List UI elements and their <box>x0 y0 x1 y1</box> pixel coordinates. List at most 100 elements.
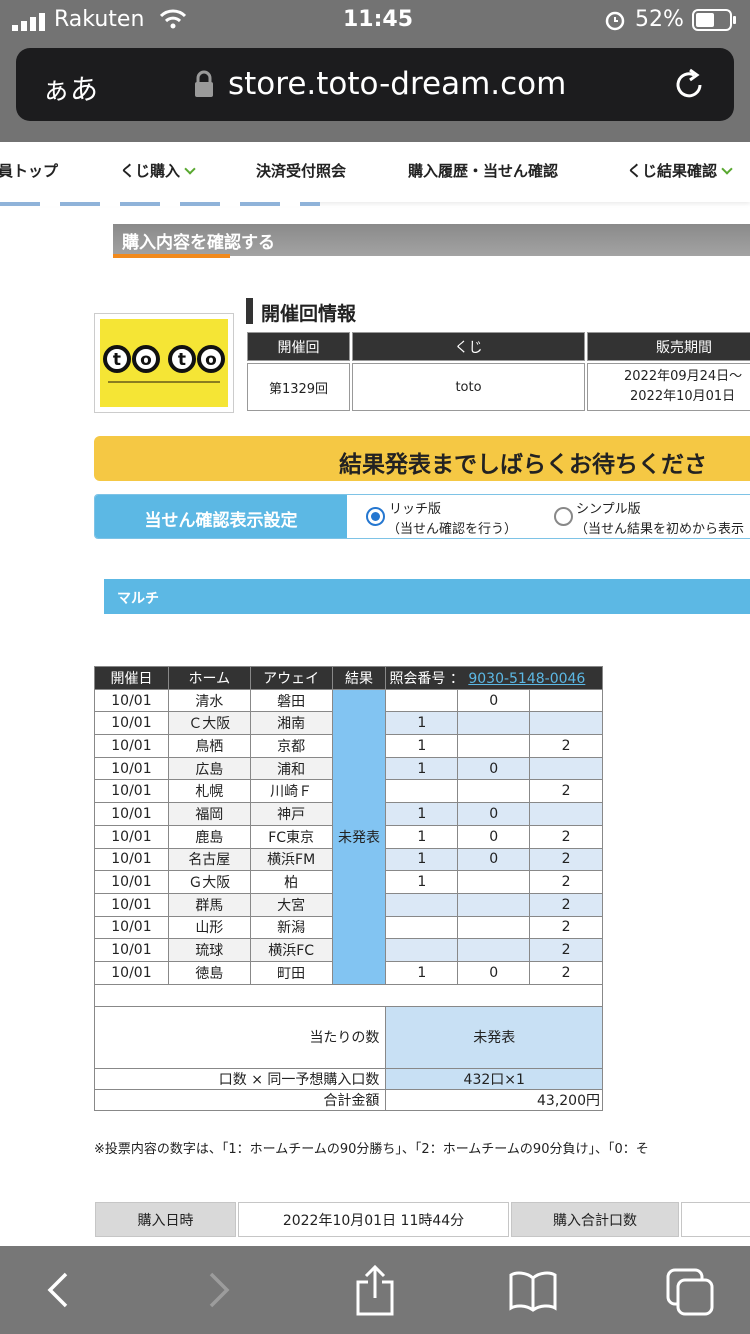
away-team: 横浜FM <box>249 847 333 872</box>
period-value: 2022年09月24日〜 2022年10月01日 <box>587 363 750 411</box>
home-team: 徳島 <box>167 960 251 985</box>
chevron-down-icon <box>721 163 733 175</box>
rich-sub: （当せん確認を行う） <box>387 522 518 537</box>
pick-1: 1 <box>385 870 459 894</box>
nav-purchase-history[interactable]: 購入履歴・当せん確認 <box>408 160 558 181</box>
nav-payment-inquiry[interactable]: 決済受付照会 <box>256 160 346 181</box>
wifi-icon <box>159 9 187 35</box>
simple-label[interactable]: シンプル版 <box>576 498 641 517</box>
nav-label: くじ結果確認 <box>627 162 718 180</box>
home-team: 清水 <box>167 688 251 713</box>
banner-text: 結果発表までしばらくお待ちくださ <box>339 452 707 478</box>
home-team: 山形 <box>167 915 251 940</box>
breadcrumb <box>0 202 320 206</box>
purchase-date-label: 購入日時 <box>95 1202 236 1237</box>
pick-2: 2 <box>529 870 603 894</box>
back-icon[interactable] <box>42 1270 72 1314</box>
pick-0 <box>457 779 531 804</box>
pick-2 <box>529 688 603 713</box>
rich-radio[interactable] <box>366 507 385 526</box>
home-team: Ｇ大阪 <box>167 870 251 894</box>
pick-2: 2 <box>529 779 603 804</box>
home-team: 琉球 <box>167 938 251 962</box>
clock: 11:45 <box>343 7 414 32</box>
match-date: 10/01 <box>94 870 169 894</box>
match-date: 10/01 <box>94 734 169 758</box>
status-bar: Rakuten 11:45 52% <box>0 0 750 42</box>
purchase-count-value <box>681 1202 750 1237</box>
pick-0 <box>457 734 531 758</box>
pick-1 <box>385 938 459 962</box>
svg-text:o: o <box>205 350 217 370</box>
th-round: 開催回 <box>247 332 350 361</box>
display-setting: 当せん確認表示設定 リッチ版 （当せん確認を行う） シンプル版 （当せん結果を初… <box>94 494 750 539</box>
pick-0: 0 <box>457 847 531 872</box>
rich-label[interactable]: リッチ版 <box>389 498 441 517</box>
th-result: 結果 <box>331 666 387 690</box>
total-label: 合計金額 <box>93 1088 387 1111</box>
pick-1: 1 <box>385 711 459 736</box>
match-date: 10/01 <box>94 802 169 826</box>
result-pending-banner: 結果発表までしばらくお待ちくださ <box>94 436 750 481</box>
kuji-value: toto <box>352 363 585 411</box>
alarm-icon <box>604 9 626 37</box>
pick-1: 1 <box>385 756 459 781</box>
pick-0 <box>457 938 531 962</box>
simple-radio[interactable] <box>554 507 573 526</box>
hits-row: 当たりの数 未発表 <box>93 1005 603 1069</box>
pick-0 <box>457 870 531 894</box>
match-date: 10/01 <box>94 688 169 713</box>
away-team: 町田 <box>249 960 333 985</box>
away-team: 浦和 <box>249 756 333 781</box>
svg-text:t: t <box>113 350 121 370</box>
pick-2: 2 <box>529 892 603 917</box>
pick-1: 1 <box>385 847 459 872</box>
tabs-icon[interactable] <box>666 1268 716 1320</box>
round-info-heading: 開催回情報 <box>261 303 357 325</box>
reader-aa-button[interactable]: ぁあ <box>42 68 98 108</box>
nav-label: くじ購入 <box>120 162 181 180</box>
pick-1 <box>385 779 459 804</box>
th-home: ホーム <box>167 666 251 690</box>
purchase-date-value: 2022年10月01日 11時44分 <box>238 1202 509 1237</box>
th-away: アウェイ <box>249 666 333 690</box>
pick-1 <box>385 892 459 917</box>
share-icon[interactable] <box>354 1264 396 1320</box>
hits-value: 未発表 <box>385 1005 603 1069</box>
url-text[interactable]: store.toto-dream.com <box>228 66 566 102</box>
section-title: 購入内容を確認する <box>122 233 275 253</box>
battery-percent: 52% <box>635 7 684 32</box>
table-header-row: 開催日 ホーム アウェイ 結果 照会番号 ： 9030-5148-0046 <box>94 666 603 690</box>
display-setting-label: 当せん確認表示設定 <box>95 495 347 538</box>
home-team: 広島 <box>167 756 251 781</box>
away-team: 横浜FC <box>249 938 333 962</box>
pick-0 <box>457 711 531 736</box>
inquiry-number-link[interactable]: 9030-5148-0046 <box>468 671 585 687</box>
th-date: 開催日 <box>94 666 169 690</box>
th-period: 販売期間 <box>587 332 750 361</box>
pick-1 <box>385 688 459 713</box>
total-row: 合計金額 43,200円 <box>93 1088 603 1111</box>
units-value: 432口×1 <box>385 1067 603 1090</box>
forward-icon[interactable] <box>205 1270 235 1314</box>
away-team: 京都 <box>249 734 333 758</box>
nav-result-check[interactable]: くじ結果確認 <box>627 160 733 181</box>
pick-2: 2 <box>529 960 603 985</box>
home-team: 鹿島 <box>167 824 251 849</box>
units-label: 口数 × 同一予想購入口数 <box>93 1067 387 1090</box>
pick-1: 1 <box>385 960 459 985</box>
nav-member-top[interactable]: 員トップ <box>0 160 58 181</box>
match-date: 10/01 <box>94 756 169 781</box>
home-team: 群馬 <box>167 892 251 917</box>
nav-kuji-purchase[interactable]: くじ購入 <box>120 160 196 181</box>
home-team: 名古屋 <box>167 847 251 872</box>
pick-0: 0 <box>457 756 531 781</box>
home-team: 福岡 <box>167 802 251 826</box>
toto-logo: t o t o <box>94 313 234 413</box>
address-bar[interactable]: ぁあ store.toto-dream.com <box>16 48 734 121</box>
reload-icon[interactable] <box>674 68 706 106</box>
bookmarks-icon[interactable] <box>508 1270 558 1316</box>
round-value: 第1329回 <box>247 363 350 411</box>
result-cell: 未発表 <box>331 688 387 985</box>
pick-2 <box>529 756 603 781</box>
